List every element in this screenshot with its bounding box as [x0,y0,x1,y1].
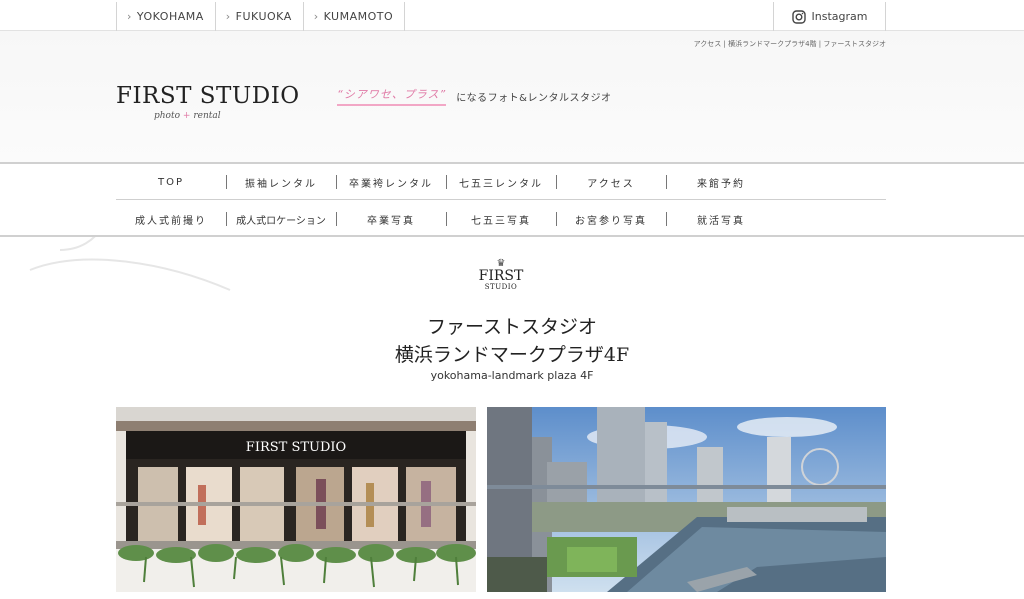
city-link-fukuoka[interactable]: › FUKUOKA [216,2,304,31]
city-link-label: KUMAMOTO [323,10,394,23]
tagline-text: になるフォト&レンタルスタジオ [456,92,612,104]
instagram-link[interactable]: Instagram [773,2,886,31]
header-tagline: “シアワセ、プラス” になるフォト&レンタルスタジオ [337,86,612,106]
nav-item-access[interactable]: アクセス [556,164,666,200]
page-title-line2: 横浜ランドマークプラザ4F [394,344,630,366]
main-nav: TOP 振袖レンタル 卒業袴レンタル 七五三レンタル アクセス 来館予約 成人式… [0,162,1024,237]
nav-item-reservation[interactable]: 来館予約 [666,164,776,200]
chevron-right-icon: › [127,10,132,23]
store-sign: FIRST STUDIO [246,440,346,455]
city-links: › YOKOHAMA › FUKUOKA › KUMAMOTO [116,2,406,31]
nav-item-hakama-rental[interactable]: 卒業袴レンタル [336,164,446,200]
first-studio-emblem: ♛ FIRST STUDIO [476,259,526,292]
chevron-right-icon: › [313,10,319,23]
nav-row-1: TOP 振袖レンタル 卒業袴レンタル 七五三レンタル アクセス 来館予約 [116,164,886,200]
city-link-yokohama[interactable]: › YOKOHAMA [117,2,216,31]
nav-item-shichigosan-rental[interactable]: 七五三レンタル [446,164,556,200]
storefront-photo: FIRST STUDIO [116,407,476,592]
instagram-icon [791,9,806,24]
nav-item-shichigosan-photo[interactable]: 七五三写真 [446,201,556,237]
logo-sub-photo: photo [154,111,181,121]
main-content: ♛ FIRST STUDIO ファーストスタジオ 横浜ランドマークプラザ4F y… [0,239,1024,599]
nav-item-shukatsu-photo[interactable]: 就活写真 [666,201,776,237]
city-link-kumamoto[interactable]: › KUMAMOTO [304,2,406,31]
breadcrumb: アクセス | 横浜ランドマークプラザ4階 | ファーストスタジオ [693,40,886,48]
logo-tagline: photo + rental [154,111,221,121]
nav-item-graduation-photo[interactable]: 卒業写真 [336,201,446,237]
nav-item-furisode-rental[interactable]: 振袖レンタル [226,164,336,200]
instagram-label: Instagram [811,10,868,23]
logo-sub-plus: + [182,111,191,121]
nav-item-seijinshiki-location[interactable]: 成人式ロケーション [226,201,336,237]
site-header: アクセス | 横浜ランドマークプラザ4階 | ファーストスタジオ FIRST S… [0,31,1024,162]
logo-wordmark: FIRST STUDIO [116,83,300,109]
emblem-studio: STUDIO [484,283,518,291]
top-bar: › YOKOHAMA › FUKUOKA › KUMAMOTO Instagra… [0,0,1024,31]
nav-item-top[interactable]: TOP [116,164,226,200]
page-title-line1: ファーストスタジオ [426,316,598,338]
tagline-highlight: “シアワセ、プラス” [337,86,447,106]
city-link-label: YOKOHAMA [136,10,204,23]
city-link-label: FUKUOKA [235,10,292,23]
page-subtitle: yokohama-landmark plaza 4F [430,369,594,382]
yokohama-city-photo [487,407,886,592]
logo-sub-rental: rental [193,111,221,121]
site-logo[interactable]: FIRST STUDIO photo + rental [116,83,300,121]
nav-item-omiyamairi-photo[interactable]: お宮参り写真 [556,201,666,237]
chevron-right-icon: › [225,10,231,23]
nav-item-seijinshiki-maedori[interactable]: 成人式前撮り [116,201,226,237]
emblem-first: FIRST [478,268,524,284]
nav-row-2: 成人式前撮り 成人式ロケーション 卒業写真 七五三写真 お宮参り写真 就活写真 [116,201,886,237]
